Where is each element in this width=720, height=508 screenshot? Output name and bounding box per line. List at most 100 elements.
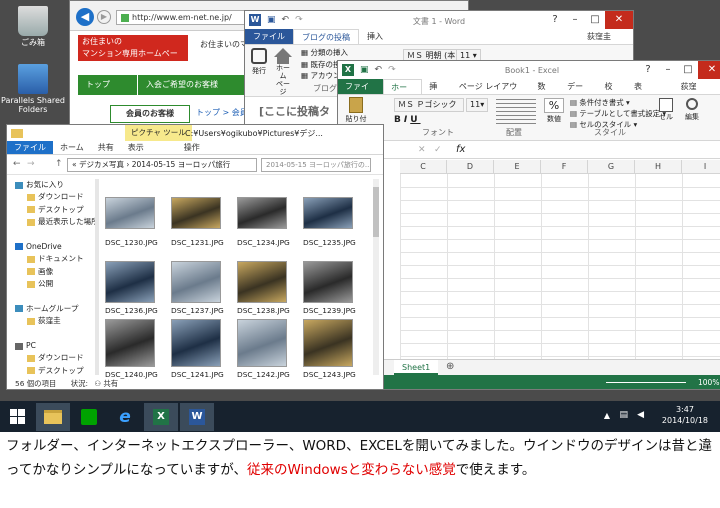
publish-button[interactable]: 発行	[249, 48, 269, 76]
function-icon[interactable]: fx	[456, 144, 465, 155]
nav-top[interactable]: トップ	[78, 75, 138, 95]
recycle-bin-shortcut[interactable]: ごみ箱	[0, 6, 66, 47]
nav-item[interactable]: 画像	[11, 266, 95, 278]
word-close-icon[interactable]: ✕	[605, 11, 633, 29]
nav-item[interactable]: 公開	[11, 278, 95, 290]
help-icon[interactable]: ?	[545, 11, 565, 29]
clock[interactable]: 3:47 2014/10/18	[662, 404, 708, 426]
nav-item[interactable]: 最近表示した場所	[11, 216, 95, 228]
volume-icon[interactable]: ◀	[637, 410, 644, 420]
explorer-tab-3[interactable]: 表示	[121, 141, 151, 154]
excel-tab-2[interactable]: 挿入	[422, 79, 452, 107]
file-thumbnail[interactable]: DSC_1237.JPG	[171, 261, 224, 315]
number-format-button[interactable]: % 数値	[544, 98, 564, 124]
nav-item[interactable]: ドキュメント	[11, 253, 95, 265]
shared-folders-shortcut[interactable]: Parallels Shared Folders	[0, 64, 66, 114]
column-header[interactable]: G	[588, 160, 635, 173]
excel-tab-3[interactable]: ページ レイアウト	[452, 79, 531, 107]
file-thumbnail[interactable]: DSC_1234.JPG	[237, 197, 290, 247]
file-thumbnail[interactable]: DSC_1236.JPG	[105, 261, 158, 315]
nav-item[interactable]: デスクトップ	[11, 365, 95, 377]
nav-item[interactable]: OneDrive	[11, 241, 95, 253]
editing-button[interactable]: 編集	[682, 98, 702, 122]
taskbar-store[interactable]	[72, 403, 106, 431]
explorer-path[interactable]: « デジカメ写真 › 2014-05-15 ヨーロッパ旅行	[67, 158, 257, 172]
confirm-entry-icon[interactable]: ✓	[434, 145, 442, 155]
excel-tab-0[interactable]: ファイル	[338, 79, 384, 107]
excel-close-icon[interactable]: ✕	[698, 61, 720, 79]
insert-category-button[interactable]: ▦ 分類の挿入	[301, 47, 363, 59]
word-user[interactable]: 荻窪圭	[579, 29, 619, 44]
nav-join[interactable]: 入会ご希望のお客様	[138, 75, 250, 95]
word-tab-file[interactable]: ファイル	[245, 29, 293, 44]
back-button[interactable]: ◀	[76, 8, 94, 26]
nav-up-icon[interactable]: ↑	[55, 159, 63, 169]
excel-user[interactable]: 荻窪圭	[673, 79, 712, 107]
column-header[interactable]: H	[635, 160, 682, 173]
cells-button[interactable]: セル	[656, 98, 676, 122]
file-thumbnail[interactable]: DSC_1241.JPG	[171, 319, 224, 379]
excel-size-select[interactable]: 11▾	[466, 98, 489, 112]
column-header[interactable]: E	[494, 160, 541, 173]
file-thumbnail[interactable]: DSC_1242.JPG	[237, 319, 290, 379]
excel-tab-7[interactable]: 表示	[627, 79, 657, 107]
excel-window[interactable]: X ▣ ↶ ↷ Book1 - Excel ?–□✕ ファイルホーム挿入ページ …	[337, 60, 720, 390]
excel-minimize-icon[interactable]: –	[658, 61, 678, 79]
post-title-placeholder[interactable]: [ここに投稿タ	[259, 103, 330, 119]
column-header[interactable]: F	[541, 160, 588, 173]
file-scrollbar[interactable]	[373, 179, 379, 375]
nav-item[interactable]: ダウンロード	[11, 191, 95, 203]
excel-font-select[interactable]: ＭＳ Ｐゴシック	[394, 98, 464, 112]
explorer-window[interactable]: ピクチャ ツール C:¥Users¥ogikubo¥Pictures¥デジ...…	[6, 124, 384, 390]
file-thumbnail[interactable]: DSC_1235.JPG	[303, 197, 356, 247]
nav-item[interactable]: 荻窪圭	[11, 315, 95, 327]
zoom-level[interactable]: 100%	[698, 378, 719, 387]
explorer-tab-4[interactable]: 操作	[177, 141, 207, 154]
explorer-tab-1[interactable]: ホーム	[53, 141, 91, 154]
bold-icon[interactable]: B	[394, 115, 404, 125]
file-thumbnail[interactable]: DSC_1230.JPG	[105, 197, 158, 247]
word-tab-insert[interactable]: 挿入	[359, 29, 391, 44]
nav-item[interactable]: お気に入り	[11, 179, 95, 191]
excel-tab-1[interactable]: ホーム	[383, 79, 423, 108]
column-header[interactable]: I	[682, 160, 720, 173]
context-tab[interactable]: ピクチャ ツール	[125, 125, 192, 141]
address-bar[interactable]: http://www.em-net.ne.jp/	[116, 10, 246, 25]
nav-item[interactable]: ホームグループ	[11, 303, 95, 315]
cancel-entry-icon[interactable]: ✕	[418, 145, 426, 155]
column-header[interactable]: C	[400, 160, 447, 173]
homepage-button[interactable]: ホーム ページ	[273, 48, 293, 96]
excel-tab-5[interactable]: データ	[560, 79, 597, 107]
format-as-table-button[interactable]: ▤ テーブルとして書式設定 ▾	[570, 108, 666, 119]
excel-tab-4[interactable]: 数式	[531, 79, 561, 107]
file-thumbnail[interactable]: DSC_1240.JPG	[105, 319, 158, 379]
nav-item[interactable]: デスクトップ	[11, 204, 95, 216]
explorer-search[interactable]: 2014-05-15 ヨーロッパ旅行の...	[261, 158, 371, 172]
conditional-format-button[interactable]: ▤ 条件付き書式 ▾	[570, 97, 666, 108]
excel-help-icon[interactable]: ?	[638, 61, 658, 79]
taskbar-excel[interactable]: X	[144, 402, 178, 431]
formula-bar[interactable]: ✕ ✓ fx	[338, 143, 720, 159]
align-icons[interactable]	[496, 99, 536, 125]
tray-chevron-icon[interactable]: ▲	[604, 411, 610, 420]
file-thumbnail[interactable]: DSC_1239.JPG	[303, 261, 356, 315]
add-sheet-icon[interactable]: ⊕	[446, 361, 454, 372]
network-icon[interactable]: ▤	[619, 410, 628, 420]
nav-scrollbar[interactable]	[95, 179, 99, 375]
nav-back-icon[interactable]: ←	[13, 159, 21, 169]
nav-item[interactable]: ダウンロード	[11, 352, 95, 364]
taskbar-ie[interactable]: e	[108, 403, 142, 431]
nav-item[interactable]: PC	[11, 340, 95, 352]
zoom-slider[interactable]	[606, 382, 686, 383]
taskbar-word[interactable]: W	[180, 402, 214, 431]
column-header[interactable]: D	[447, 160, 494, 173]
forward-button[interactable]: ▶	[97, 10, 111, 24]
word-minimize-icon[interactable]: –	[565, 11, 585, 29]
nav-forward-icon[interactable]: →	[27, 159, 35, 169]
word-maximize-icon[interactable]: □	[585, 11, 605, 29]
excel-tab-6[interactable]: 校閲	[597, 79, 627, 107]
file-thumbnail[interactable]: DSC_1243.JPG	[303, 319, 356, 379]
taskbar-explorer[interactable]	[36, 402, 70, 431]
file-thumbnail[interactable]: DSC_1238.JPG	[237, 261, 290, 315]
file-thumbnail[interactable]: DSC_1231.JPG	[171, 197, 224, 247]
